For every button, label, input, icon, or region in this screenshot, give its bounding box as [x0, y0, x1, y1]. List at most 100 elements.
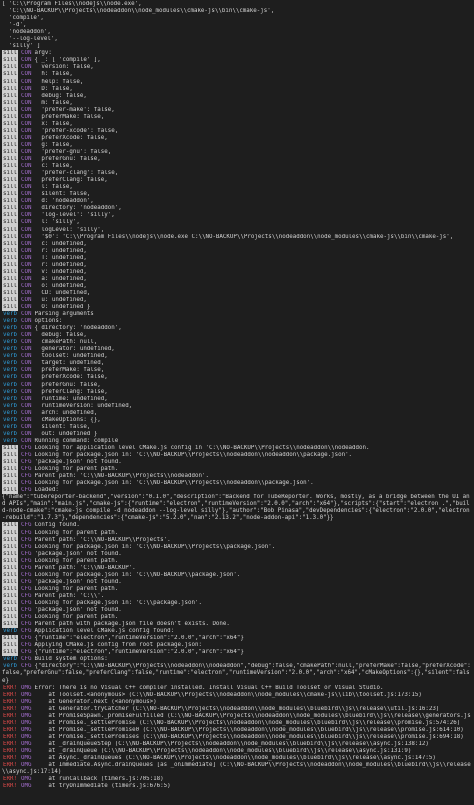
- log-category: OMG: [20, 783, 32, 790]
- terminal-output[interactable]: [ 'C:\\Program Files\\nodejs\\node.exe',…: [0, 0, 474, 805]
- log-level-badge: sill: [2, 85, 18, 93]
- log-line: ERR! OMG at _drainQueue (C:\\NO-BACKUP\\P…: [2, 748, 472, 755]
- log-category: CFG: [20, 452, 32, 458]
- log-level-badge: sill: [2, 452, 18, 460]
- log-message: arch: undefined,: [34, 409, 98, 416]
- log-category: CFG: [20, 592, 32, 599]
- log-category: CON: [20, 381, 32, 388]
- log-line: verb CON Running command: compile: [2, 438, 472, 445]
- log-category: CON: [20, 311, 32, 318]
- log-line: verb CON preferGnu: false,: [2, 382, 472, 389]
- log-line: sill CON r: undefined,: [2, 247, 472, 255]
- log-level-badge: sill: [2, 289, 18, 297]
- log-line: sill CFG Parent path: 'C:\\'.: [2, 592, 472, 600]
- log-message: r: undefined,: [34, 247, 87, 254]
- log-message: out: undefined }: [34, 430, 98, 437]
- log-level-badge: sill: [2, 564, 18, 572]
- log-category: OMG: [20, 691, 32, 698]
- log-line: sill CON D: false,: [2, 85, 472, 93]
- log-category: CON: [20, 198, 32, 205]
- log-category: CON: [20, 339, 32, 346]
- log-category: CON: [20, 92, 32, 99]
- log-message: Parent path: 'C:\\NO-BACKUP\\Projects'.: [34, 536, 171, 543]
- log-category: CON: [20, 254, 32, 261]
- log-message: logLevel: 'silly',: [34, 226, 105, 233]
- log-level-badge: verb: [3, 318, 17, 325]
- log-message: directory: 'nodeaddon',: [34, 205, 122, 212]
- log-message: silent: false,: [34, 191, 91, 198]
- log-message: l: false,: [34, 184, 73, 191]
- log-message: l: 'silly',: [34, 219, 80, 226]
- log-message: 'package.json' not found.: [34, 459, 122, 466]
- log-category: OMG: [20, 776, 32, 783]
- log-level-badge: sill: [2, 212, 18, 220]
- log-line: sill CON g: false,: [2, 141, 472, 149]
- log-line: sill CFG'package.json' not found.: [2, 550, 472, 558]
- log-level-badge: sill: [2, 275, 18, 283]
- log-category: CON: [20, 402, 32, 409]
- log-message: at Generator.next (<anonymous>): [34, 698, 157, 705]
- log-level-badge: sill: [2, 71, 18, 79]
- log-message: preferClang: false,: [34, 177, 108, 184]
- log-category: CFG: [20, 663, 32, 670]
- log-category: CON: [20, 353, 32, 360]
- log-line: sill CON 'prefer-xcode': false,: [2, 127, 472, 135]
- log-message: at tryOnImmediate (timers.js:676:5): [34, 783, 171, 790]
- log-level-badge: sill: [2, 642, 18, 650]
- log-level-badge: sill: [2, 254, 18, 262]
- log-message: Looking for parent path.: [34, 585, 119, 592]
- log-category: OMG: [20, 762, 32, 769]
- log-line: sill CON directory: 'nodeaddon',: [2, 205, 472, 213]
- log-level-badge: verb: [3, 423, 17, 430]
- log-line: verb CON runtimeVersion: undefined,: [2, 403, 472, 410]
- log-category: CFG: [20, 578, 32, 585]
- log-line: sill CFG Looking for parent path.: [2, 585, 472, 593]
- log-level-badge: sill: [2, 459, 18, 467]
- log-category: CON: [20, 275, 32, 282]
- log-message: Applying CMake.js config from root packa…: [34, 642, 202, 649]
- log-category: CFG: [20, 459, 32, 466]
- log-level-badge: sill: [2, 304, 18, 312]
- log-category: CFG: [20, 599, 32, 606]
- log-level-badge: sill: [2, 543, 18, 551]
- log-line: sill CFG Looking for application level CMa…: [2, 444, 472, 452]
- log-line: sill CFG {"runtime":"electron","runtimeVer…: [2, 635, 472, 643]
- argv-line: 'C:\\NO-BACKUP\\Projects\\nodeaddon\\nod…: [2, 8, 275, 15]
- log-message: preferMake: false,: [34, 367, 105, 374]
- log-category: OMG: [20, 684, 32, 691]
- log-line: sill CFG Loaded:: [2, 487, 472, 495]
- log-category: CFG: [20, 536, 32, 543]
- log-line: sill CON O: undefined }: [2, 304, 472, 312]
- log-line: ERR! OMG at Toolset.<anonymous> (C:\\NO-B…: [2, 692, 472, 699]
- log-message: Parent path: 'C:\\'.: [34, 592, 105, 599]
- log-category: CFG: [20, 444, 32, 451]
- log-level-badge: sill: [2, 177, 18, 185]
- log-line: ERR! OMG at Generator.tryCatcher (C:\\NO-…: [2, 706, 472, 713]
- log-message: preferClang: false,: [34, 388, 108, 395]
- log-category: CFG: [20, 649, 32, 656]
- log-category: OMG: [20, 712, 32, 719]
- log-level-badge: ERR!: [3, 783, 17, 790]
- log-line: ERR! OMG at PromiseSpawn._promiseFulfille…: [2, 713, 472, 720]
- log-category: CON: [20, 177, 32, 184]
- log-level-badge: verb: [3, 360, 17, 367]
- log-message: g: false,: [34, 141, 73, 148]
- log-category: CFG: [20, 656, 32, 663]
- log-category: CFG: [20, 550, 32, 557]
- log-message: Loaded:: [34, 487, 59, 494]
- log-line: sill CON 'log-level': 'silly',: [2, 212, 472, 220]
- log-line: sill CFG Applying CMake.js config from roo…: [2, 642, 472, 650]
- log-level-badge: sill: [2, 106, 18, 114]
- log-category: CON: [20, 106, 32, 113]
- log-line: sill CFG Looking for package.json in: 'C:\…: [2, 543, 472, 551]
- log-line: sill CON preferMake: false,: [2, 113, 472, 121]
- log-category: CON: [20, 247, 32, 254]
- log-line: sill CON r: undefined,: [2, 261, 472, 269]
- log-line: sill CFG {"runtime":"electron","runtimeVer…: [2, 649, 472, 657]
- log-line: verb CON debug: false,: [2, 332, 472, 339]
- log-category: CON: [20, 282, 32, 289]
- argv-line: '--log-level',: [2, 36, 58, 43]
- log-line: verb CON options:: [2, 318, 472, 325]
- log-category: CFG: [20, 571, 32, 578]
- log-message: preferMake: false,: [34, 113, 105, 120]
